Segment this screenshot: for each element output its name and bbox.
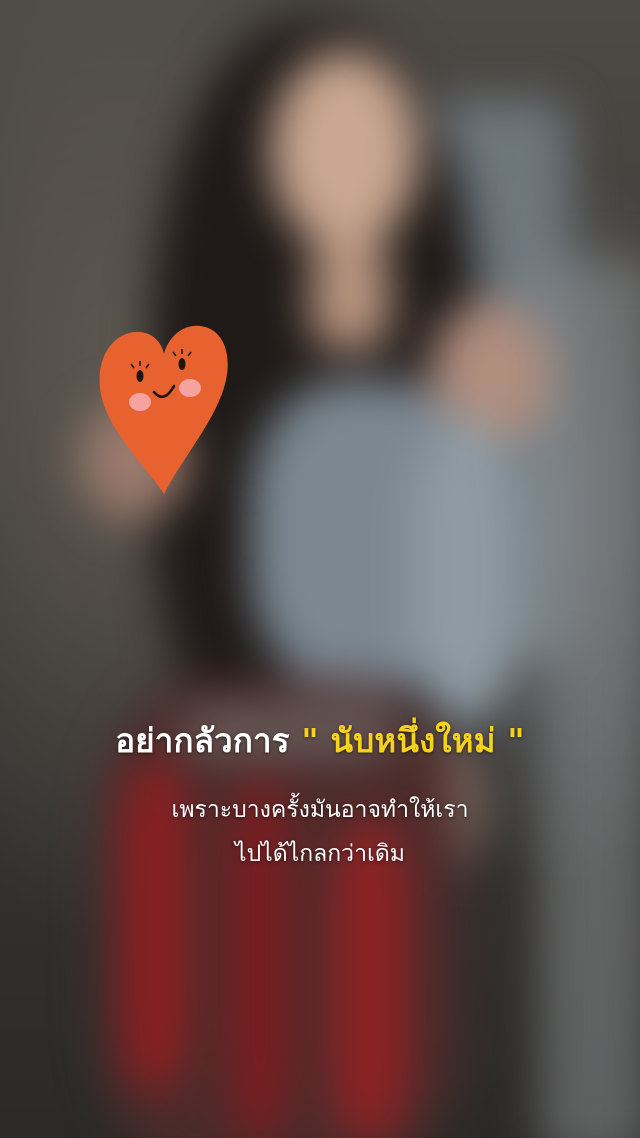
video-frame[interactable]: อย่ากลัวการ " นับหนึ่งใหม่ " เพราะบางครั…	[0, 0, 640, 1138]
eye-icon	[136, 370, 144, 382]
eye-icon	[178, 358, 186, 370]
person-arm	[410, 420, 520, 720]
caption-headline: อย่ากลัวการ " นับหนึ่งใหม่ "	[0, 714, 640, 767]
caption-line-1: เพราะบางครั้งมันอาจทำให้เรา	[171, 797, 469, 823]
caption-highlight: " นับหนึ่งใหม่ "	[301, 721, 525, 760]
heart-face-sticker	[99, 325, 228, 494]
person-face	[270, 50, 420, 250]
skirt-stripe	[230, 780, 290, 1138]
blurred-background	[0, 0, 640, 1138]
cheek	[129, 393, 151, 411]
background-door	[540, 260, 640, 1138]
person-neck	[310, 240, 390, 350]
heart-shape	[99, 325, 228, 494]
caption-line-2: ไปได้ไกลกว่าเดิม	[235, 841, 405, 867]
caption-headline-text: อย่ากลัวการ	[115, 721, 290, 760]
cheek	[179, 379, 201, 397]
